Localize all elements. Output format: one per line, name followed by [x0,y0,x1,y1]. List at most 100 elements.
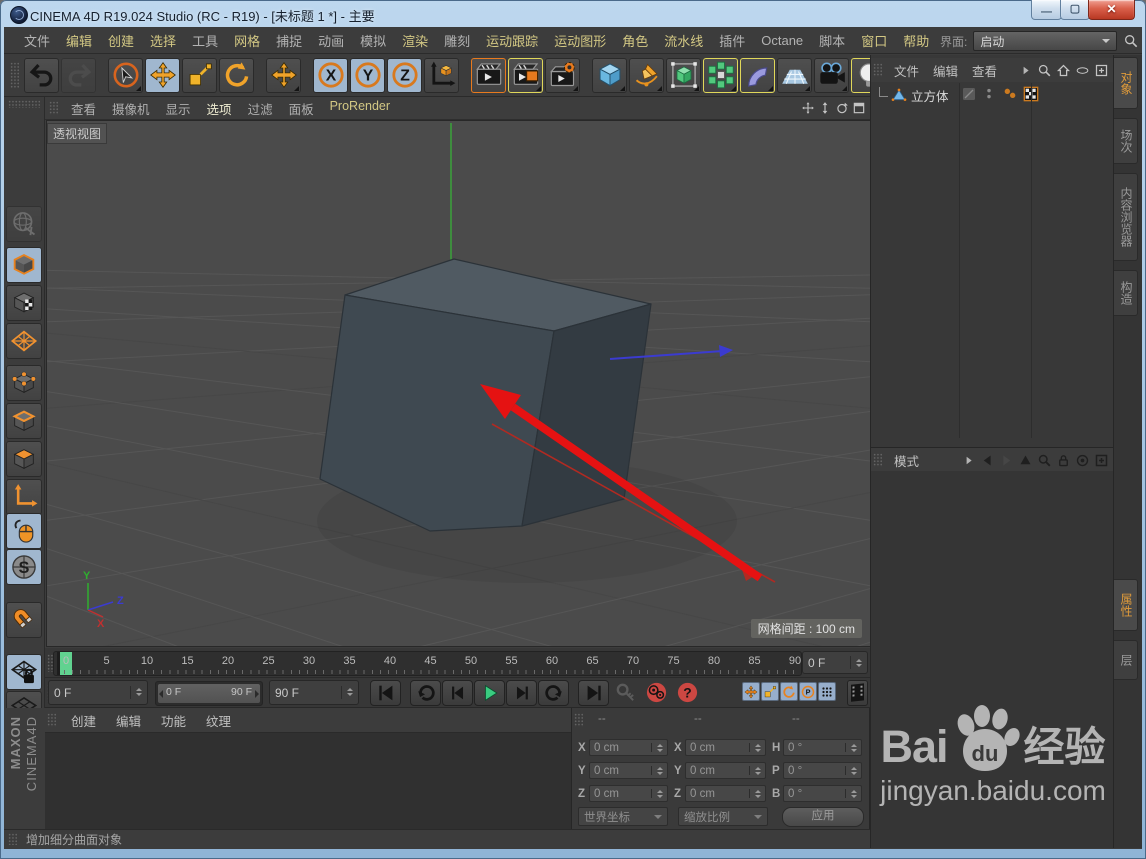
model-mode-button[interactable] [6,247,42,283]
material-menu-item[interactable]: 功能 [151,708,196,733]
snap-settings-button[interactable]: S [6,549,42,585]
menu-item[interactable]: 角色 [614,27,656,54]
minimize-button[interactable]: — [1031,0,1062,20]
am-search[interactable] [1037,453,1052,468]
am-more[interactable] [961,453,976,468]
timeline-ruler[interactable]: 0 5 10 15 20 25 30 35 40 45 50 55 60 65 70 75 80 85 90 [53,651,802,676]
om-menu-item[interactable]: 编辑 [926,58,965,83]
goto-prev-key-button[interactable] [410,680,441,706]
material-grip[interactable] [47,713,56,727]
add-environment-button[interactable] [777,57,812,93]
coord-input[interactable]: 0 cm [589,739,668,756]
add-generator-button[interactable] [666,57,701,93]
tab-layers[interactable]: 层 [1114,640,1138,680]
keyframe-selection-button[interactable]: ? [672,680,703,706]
play-button[interactable] [474,680,505,706]
record-rotation-toggle[interactable] [780,682,798,701]
am-forward[interactable] [999,453,1014,468]
coord-input[interactable]: 0 cm [589,762,668,779]
goto-start-button[interactable] [370,680,401,706]
menu-item[interactable]: 捕捉 [268,27,310,54]
viewport-menu-item[interactable]: 过滤 [240,96,281,121]
am-mode-menu[interactable]: 模式 [887,448,926,473]
viewport-menu-item[interactable]: ProRender [322,96,398,121]
spinner[interactable] [845,789,857,798]
zoom-view[interactable] [818,101,832,115]
menu-item[interactable]: 编辑 [58,27,100,54]
goto-next-key-button[interactable] [538,680,569,706]
texture-mode-button[interactable] [6,285,42,321]
coord-input[interactable]: 0 cm [685,785,766,802]
menu-item[interactable]: 帮助 [895,27,937,54]
add-camera-button[interactable] [814,57,849,93]
menu-item[interactable]: 渲染 [394,27,436,54]
y-axis-lock[interactable]: Y [350,57,385,93]
menu-item[interactable]: 脚本 [811,27,853,54]
workplane-mode-button[interactable] [6,323,42,359]
record-keyframe-button[interactable] [641,680,672,706]
autokey-button[interactable] [610,680,641,706]
current-frame-field[interactable]: 0 F [802,651,868,674]
layer-color-icon[interactable] [961,86,977,102]
title-bar[interactable]: CINEMA 4D R19.024 Studio (RC - R19) - [未… [0,0,1146,28]
render-settings-button[interactable] [545,57,580,93]
spinner[interactable] [130,685,142,700]
next-frame-button[interactable] [506,680,537,706]
om-more[interactable] [1018,63,1033,78]
spinner[interactable] [651,743,663,752]
rotate-view[interactable] [835,101,849,115]
om-filter[interactable] [1075,63,1090,78]
z-axis-lock[interactable]: Z [387,57,422,93]
last-used-tool[interactable] [266,57,301,93]
om-search[interactable] [1037,63,1052,78]
spinner[interactable] [651,789,663,798]
tab-attributes[interactable]: 属性 [1114,579,1138,631]
live-selection-tool[interactable] [108,57,143,93]
coord-input[interactable]: 0 ° [783,739,862,756]
polygon-object-icon[interactable] [891,87,907,103]
menu-item[interactable]: 运动图形 [546,27,614,54]
menu-item[interactable]: Octane [753,29,811,52]
scale-tool[interactable] [182,57,217,93]
material-menu-item[interactable]: 创建 [61,708,106,733]
maximize-button[interactable]: ▢ [1060,0,1090,20]
menu-item[interactable]: 网格 [226,27,268,54]
spinner[interactable] [749,789,761,798]
spinner[interactable] [845,766,857,775]
object-row[interactable]: 立方体 [871,85,1113,105]
am-lock[interactable] [1056,453,1071,468]
om-grip[interactable] [873,63,882,77]
goto-end-button[interactable] [578,680,609,706]
viewport-menu-item[interactable]: 显示 [158,96,199,121]
spinner[interactable] [749,743,761,752]
object-name[interactable]: 立方体 [911,86,949,105]
record-scale-toggle[interactable] [761,682,779,701]
menu-item[interactable]: 文件 [16,27,58,54]
timeline-window-button[interactable] [847,680,868,706]
am-grip[interactable] [873,453,882,467]
menu-item[interactable]: 运动跟踪 [478,27,546,54]
spinner[interactable] [850,656,862,669]
record-pla-toggle[interactable] [818,682,836,701]
om-add[interactable] [1094,63,1109,78]
coords-grip[interactable] [574,713,583,727]
material-menu-item[interactable]: 编辑 [106,708,151,733]
move-tool[interactable] [145,57,180,93]
tab-takes[interactable]: 场次 [1114,118,1138,164]
scale-mode-select[interactable]: 缩放比例 [678,807,769,826]
spinner[interactable] [845,743,857,752]
points-mode-button[interactable] [6,365,42,401]
spinner[interactable] [749,766,761,775]
enable-dots-icon[interactable] [1001,86,1019,102]
search-icon[interactable] [1123,33,1139,49]
viewport-solo-button[interactable] [6,513,42,549]
material-menu-item[interactable]: 纹理 [196,708,241,733]
viewport-menu-item[interactable]: 面板 [281,96,322,121]
add-primitive-button[interactable] [592,57,627,93]
make-editable-button[interactable] [6,206,42,242]
menu-item[interactable]: 窗口 [853,27,895,54]
viewport-grip[interactable] [49,101,58,115]
tab-structure[interactable]: 构造 [1114,270,1138,316]
am-target[interactable] [1075,453,1090,468]
om-menu-item[interactable]: 文件 [887,58,926,83]
